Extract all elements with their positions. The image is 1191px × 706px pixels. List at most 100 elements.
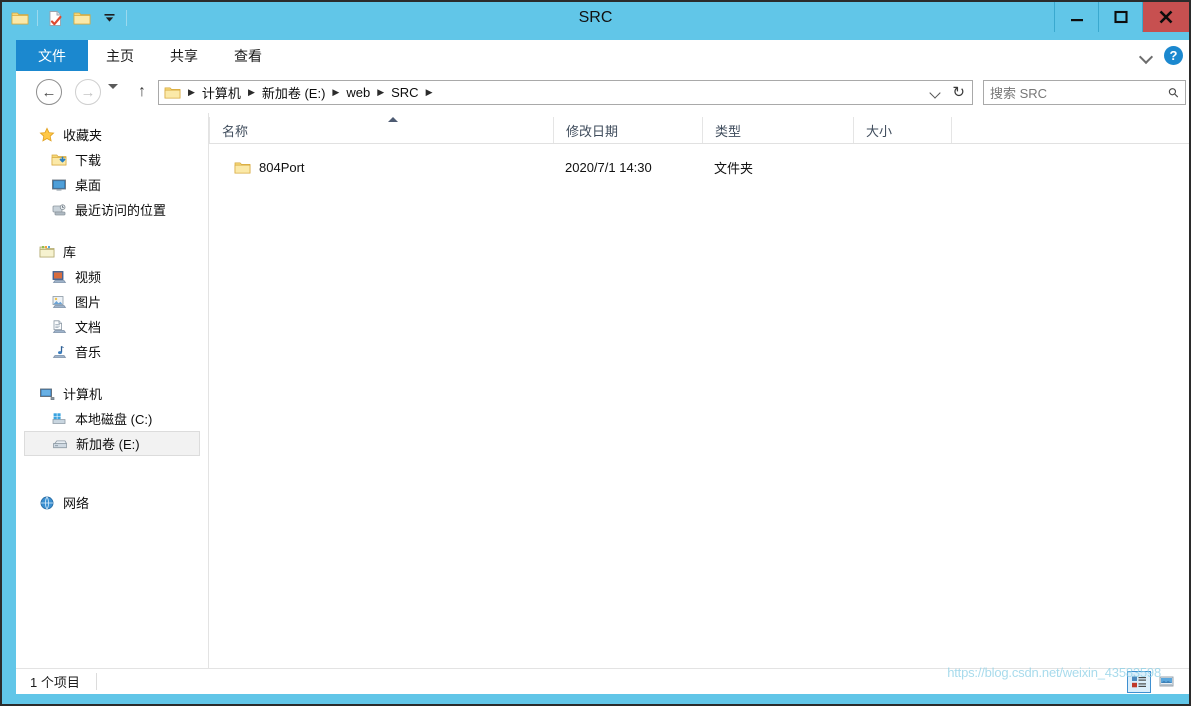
content-area: 收藏夹 下载 桌面 最近访问的位置 库 视频 图片 文档 音乐 计算机 本地磁盘…: [16, 113, 1189, 668]
sidebar-item-music[interactable]: 音乐: [16, 339, 208, 364]
explorer-window: SRC 文件 主页 共享 查看 ? ← → ↑ ▶ 计算机 ▶ 新加卷 (E:)…: [0, 0, 1191, 706]
system-drive-icon: [50, 410, 68, 428]
tab-share[interactable]: 共享: [152, 40, 216, 71]
column-header-type[interactable]: 类型: [702, 117, 853, 143]
quick-access-toolbar: [8, 4, 129, 32]
address-dropdown-icon[interactable]: [929, 86, 942, 99]
column-header-name[interactable]: 名称: [209, 117, 553, 143]
refresh-icon[interactable]: ↻: [952, 85, 965, 100]
column-header-row: 名称 修改日期 类型 大小: [209, 117, 1189, 144]
new-folder-icon[interactable]: [70, 6, 94, 30]
navigation-pane: 收藏夹 下载 桌面 最近访问的位置 库 视频 图片 文档 音乐 计算机 本地磁盘…: [16, 113, 209, 668]
sidebar-item-pictures[interactable]: 图片: [16, 289, 208, 314]
sidebar-item-computer[interactable]: 计算机: [16, 381, 208, 406]
breadcrumb-item-volume-e[interactable]: 新加卷 (E:): [262, 83, 326, 102]
star-icon: [38, 126, 56, 144]
column-header-modified[interactable]: 修改日期: [553, 117, 702, 143]
window-controls: [1054, 2, 1189, 32]
sidebar-item-local-disk-c[interactable]: 本地磁盘 (C:): [16, 406, 208, 431]
videos-icon: [50, 268, 68, 286]
folder-icon[interactable]: [8, 6, 32, 30]
breadcrumb-item-computer[interactable]: 计算机: [202, 83, 241, 102]
column-label: 大小: [866, 123, 893, 139]
chevron-down-icon: [108, 84, 118, 89]
pictures-icon: [50, 293, 68, 311]
sidebar-item-videos[interactable]: 视频: [16, 264, 208, 289]
sidebar-label: 视频: [75, 270, 102, 285]
column-label: 名称: [222, 123, 249, 139]
sidebar-item-new-volume-e[interactable]: 新加卷 (E:): [24, 431, 200, 456]
column-label: 修改日期: [566, 123, 619, 139]
status-bar: 1 个项目 https://blog.csdn.net/weixin_43583…: [16, 665, 1189, 694]
status-separator: [95, 673, 97, 690]
qat-separator-1: [37, 10, 38, 26]
back-button[interactable]: ←: [36, 79, 62, 105]
column-header-size[interactable]: 大小: [853, 117, 952, 143]
folder-icon: [234, 160, 251, 175]
music-icon: [50, 343, 68, 361]
qat-separator-2: [126, 10, 127, 26]
sidebar-label: 文档: [75, 320, 102, 335]
breadcrumb-separator: ▶: [377, 87, 385, 97]
navigation-bar: ← → ↑ ▶ 计算机 ▶ 新加卷 (E:) ▶ web ▶ SRC ▶ ↻ 搜…: [16, 71, 1189, 113]
downloads-icon: [50, 151, 68, 169]
breadcrumb-separator: ▶: [332, 87, 340, 97]
close-button[interactable]: [1142, 2, 1189, 32]
cell-modified: 2020/7/1 14:30: [565, 159, 652, 175]
help-icon[interactable]: ?: [1164, 46, 1183, 65]
column-label: 类型: [715, 123, 742, 139]
sidebar-group-computer: 计算机 本地磁盘 (C:) 新加卷 (E:): [16, 381, 208, 456]
tab-file[interactable]: 文件: [16, 40, 88, 71]
sidebar-label: 下载: [75, 153, 102, 168]
breadcrumb-separator: ▶: [188, 87, 195, 97]
sidebar-label: 网络: [63, 496, 90, 511]
properties-icon[interactable]: [43, 6, 67, 30]
sidebar-item-network[interactable]: 网络: [16, 490, 208, 515]
cell-name[interactable]: 804Port: [209, 154, 553, 180]
tab-home[interactable]: 主页: [88, 40, 152, 71]
sidebar-label: 桌面: [75, 178, 102, 193]
sidebar-item-favorites[interactable]: 收藏夹: [16, 122, 208, 147]
search-box[interactable]: 搜索 SRC ⚲: [983, 80, 1186, 105]
drive-icon: [51, 435, 69, 453]
breadcrumb-separator: ▶: [247, 87, 255, 97]
address-bar-controls: ↻: [929, 85, 972, 100]
sidebar-label: 收藏夹: [63, 128, 103, 143]
ribbon-right-controls: ?: [1138, 40, 1183, 71]
sidebar-item-libraries[interactable]: 库: [16, 239, 208, 264]
network-icon: [38, 494, 56, 512]
maximize-button[interactable]: [1098, 2, 1142, 32]
table-row[interactable]: 804Port 2020/7/1 14:30 文件夹: [209, 154, 1189, 180]
documents-icon: [50, 318, 68, 336]
sidebar-item-recent-places[interactable]: 最近访问的位置: [16, 197, 208, 222]
sidebar-item-downloads[interactable]: 下载: [16, 147, 208, 172]
up-button[interactable]: ↑: [132, 81, 152, 103]
sidebar-label: 库: [63, 245, 77, 260]
breadcrumb-item-src[interactable]: SRC: [391, 85, 418, 100]
sidebar-group-favorites: 收藏夹 下载 桌面 最近访问的位置: [16, 122, 208, 222]
sidebar-item-documents[interactable]: 文档: [16, 314, 208, 339]
chevron-down-icon[interactable]: [1138, 48, 1154, 64]
search-input[interactable]: 搜索 SRC: [990, 83, 1169, 102]
up-arrow-icon: ↑: [138, 83, 146, 100]
sidebar-group-libraries: 库 视频 图片 文档 音乐: [16, 239, 208, 364]
ribbon-tab-strip: 文件 主页 共享 查看 ?: [16, 40, 1189, 71]
address-bar[interactable]: ▶ 计算机 ▶ 新加卷 (E:) ▶ web ▶ SRC ▶ ↻: [158, 80, 973, 105]
breadcrumb-separator: ▶: [425, 87, 433, 97]
watermark-text: https://blog.csdn.net/weixin_43583598: [947, 665, 1161, 680]
sidebar-item-desktop[interactable]: 桌面: [16, 172, 208, 197]
customize-qat-icon[interactable]: [97, 6, 121, 30]
file-name: 804Port: [259, 159, 305, 175]
item-count: 1 个项目: [30, 675, 80, 690]
forward-button[interactable]: →: [75, 79, 101, 105]
recent-locations-button[interactable]: [108, 84, 124, 100]
breadcrumb-item-web[interactable]: web: [346, 85, 370, 100]
ribbon-tabs: 文件 主页 共享 查看: [16, 40, 280, 71]
sidebar-label: 图片: [75, 295, 102, 310]
tab-view[interactable]: 查看: [216, 40, 280, 71]
forward-arrow-icon: →: [80, 83, 96, 101]
minimize-button[interactable]: [1054, 2, 1098, 32]
